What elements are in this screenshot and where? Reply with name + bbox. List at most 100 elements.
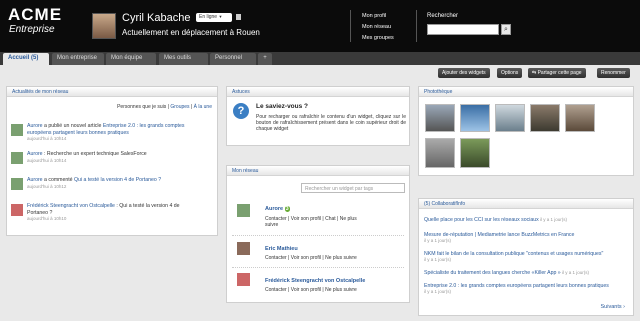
avatar[interactable]	[11, 204, 23, 216]
photo-thumbnail[interactable]	[460, 138, 490, 168]
news-meta: il y a 1 jour(s)	[560, 270, 589, 275]
photo-thumbnail[interactable]	[565, 104, 595, 132]
news-meta: il y a 1 jour(s)	[424, 289, 452, 295]
photo-thumbnail[interactable]	[530, 104, 560, 132]
contact-actions[interactable]: Contacter | Voir son profil | Chat | Ne …	[265, 216, 405, 229]
widget-title: Mon réseau	[227, 166, 409, 176]
contact-actions[interactable]: Contacter | Voir son profil | Ne plus su…	[265, 255, 357, 261]
news-item[interactable]: Quelle place pour les CCI sur les réseau…	[424, 217, 628, 223]
divider	[232, 267, 404, 268]
feed-text: a commenté	[42, 177, 75, 183]
top-bar: ACME Entreprise Cyril Kabache En ligne ▼…	[0, 0, 640, 52]
feed-item: Aurore a publié un nouvel article Entrep…	[11, 123, 199, 143]
widget-title: (5) CollaboratifInfo	[419, 199, 633, 209]
lock-icon	[236, 14, 241, 20]
feed-time: aujourd'hui à 10h14	[27, 136, 67, 142]
widget-title: Astuces	[227, 87, 409, 97]
avatar[interactable]	[11, 178, 23, 190]
rename-button[interactable]: Renommer	[597, 68, 630, 78]
search-label: Rechercher	[427, 13, 459, 19]
tab-mon-entreprise[interactable]: Mon entreprise	[52, 53, 104, 65]
news-item[interactable]: Entreprise 2.0 : les grands comptes euro…	[424, 283, 628, 296]
brand-subtitle: Entreprise	[9, 24, 55, 35]
avatar[interactable]	[237, 242, 250, 255]
next-label: Suivants	[600, 304, 622, 310]
tab-accueil[interactable]: Accueil (5)	[3, 53, 49, 65]
contact-actions[interactable]: Contacter | Voir son profil | Ne plus su…	[265, 287, 357, 293]
options-button[interactable]: Options	[497, 68, 523, 78]
user-avatar[interactable]	[92, 13, 116, 39]
news-title[interactable]: Quelle place pour les CCI sur les réseau…	[424, 217, 539, 223]
link-mon-reseau[interactable]: Mon réseau	[362, 24, 394, 35]
tab-bar: Accueil (5) Mon entreprise Mon équipe Me…	[0, 52, 640, 65]
filter-une[interactable]: À la une	[194, 104, 212, 110]
photo-thumbnail[interactable]	[495, 104, 525, 132]
feed-author[interactable]: Aurore	[27, 123, 43, 129]
avatar[interactable]	[11, 152, 23, 164]
photo-thumbnail[interactable]	[460, 104, 490, 132]
contact-name-text: Aurore	[265, 206, 284, 212]
feed-time: aujourd'hui à 10h12	[27, 183, 67, 189]
search-input[interactable]	[427, 24, 499, 35]
brand-logo[interactable]: ACME	[8, 5, 62, 25]
widget-title: Actualités de mon réseau	[7, 87, 217, 97]
contact-name[interactable]: Frédérick Steengracht von Ostcalpelle	[265, 278, 365, 284]
news-item[interactable]: Spécialiste du traitement des langues ch…	[424, 270, 628, 276]
feed-text: a publié un nouvel article	[42, 123, 103, 129]
filter-groupes[interactable]: Groupes	[170, 104, 189, 110]
tab-personnel[interactable]: Personnel	[210, 53, 256, 65]
search-icon[interactable]: ⌕	[501, 24, 511, 35]
link-mon-profil[interactable]: Mon profil	[362, 13, 394, 24]
avatar[interactable]	[237, 273, 250, 286]
contact-name[interactable]: Aurore 3	[265, 206, 290, 212]
chevron-right-icon: ›	[623, 304, 625, 310]
tip-heading: Le saviez-vous ?	[256, 103, 309, 110]
photo-thumbnail[interactable]	[425, 138, 455, 168]
chevron-down-icon: ▼	[218, 14, 223, 19]
feed-time: aujourd'hui à 10h14	[27, 157, 67, 163]
link-mes-groupes[interactable]: Mes groupes	[362, 35, 394, 46]
feed-link[interactable]: Qui a testé la version 4 de Portaneo ?	[74, 177, 161, 183]
share-page-label: Partager cette page	[537, 70, 582, 76]
feed-filter: Personnes que je suis | Groupes | À la u…	[117, 104, 212, 110]
widget-astuces: Astuces ? Le saviez-vous ? Pour recharge…	[226, 86, 410, 146]
widget-mon-reseau: Mon réseau Rechercher un widget par tags…	[226, 165, 410, 303]
news-title[interactable]: Entreprise 2.0 : les grands comptes euro…	[424, 283, 609, 289]
tab-mes-outils[interactable]: Mes outils	[159, 53, 208, 65]
news-title[interactable]: Spécialiste du traitement des langues ch…	[424, 270, 561, 276]
news-item[interactable]: NKM fait le bilan de la consultation pub…	[424, 251, 628, 264]
widget-actualites: Actualités de mon réseau Personnes que j…	[6, 86, 218, 236]
contact-actions-text: suivre	[265, 222, 279, 229]
user-status[interactable]: Actuellement en déplacement à Rouen	[122, 28, 260, 37]
contact-name[interactable]: Eric Mathieu	[265, 246, 298, 252]
filter-personnes[interactable]: Personnes que je suis	[117, 104, 166, 110]
news-item[interactable]: Mesure de-réputation | Mediametrie lance…	[424, 232, 628, 245]
photo-thumbnail[interactable]	[425, 104, 455, 132]
news-title[interactable]: Mesure de-réputation | Mediametrie lance…	[424, 232, 574, 238]
help-icon: ?	[233, 103, 249, 119]
next-button[interactable]: Suivants ›	[601, 304, 625, 310]
presence-value: En ligne	[199, 14, 218, 20]
news-title[interactable]: NKM fait le bilan de la consultation pub…	[424, 251, 603, 257]
tip-body: Pour recharger ou rafraîchir le contenu …	[256, 114, 406, 133]
share-icon: ⇆	[532, 70, 537, 76]
presence-select[interactable]: En ligne ▼	[196, 13, 232, 22]
share-page-button[interactable]: ⇆ Partager cette page	[528, 68, 586, 78]
contact-actions-text: Contacter | Voir son profil | Chat | Ne …	[265, 216, 357, 222]
count-badge: 3	[284, 206, 290, 212]
feed-author[interactable]: Frédérick Steengracht von Ostcalpelle	[27, 203, 115, 209]
feed-author[interactable]: Aurore	[27, 151, 43, 157]
divider	[350, 10, 351, 42]
avatar[interactable]	[237, 204, 250, 217]
top-links: Mon profil Mon réseau Mes groupes	[362, 13, 394, 46]
network-search-input[interactable]: Rechercher un widget par tags	[301, 183, 405, 193]
widget-collaboratifinfo: (5) CollaboratifInfo Quelle place pour l…	[418, 198, 634, 316]
avatar[interactable]	[11, 124, 23, 136]
feed-item: Aurore : Recherche un expert technique S…	[11, 151, 199, 164]
add-widgets-button[interactable]: Ajouter des widgets	[438, 68, 490, 78]
feed-author[interactable]: Aurore	[27, 177, 43, 183]
feed-item: Aurore a commenté Qui a testé la version…	[11, 177, 199, 190]
feed-time: aujourd'hui à 10h10	[27, 216, 67, 222]
add-tab-button[interactable]: +	[258, 53, 272, 65]
tab-mon-equipe[interactable]: Mon équipe	[106, 53, 156, 65]
